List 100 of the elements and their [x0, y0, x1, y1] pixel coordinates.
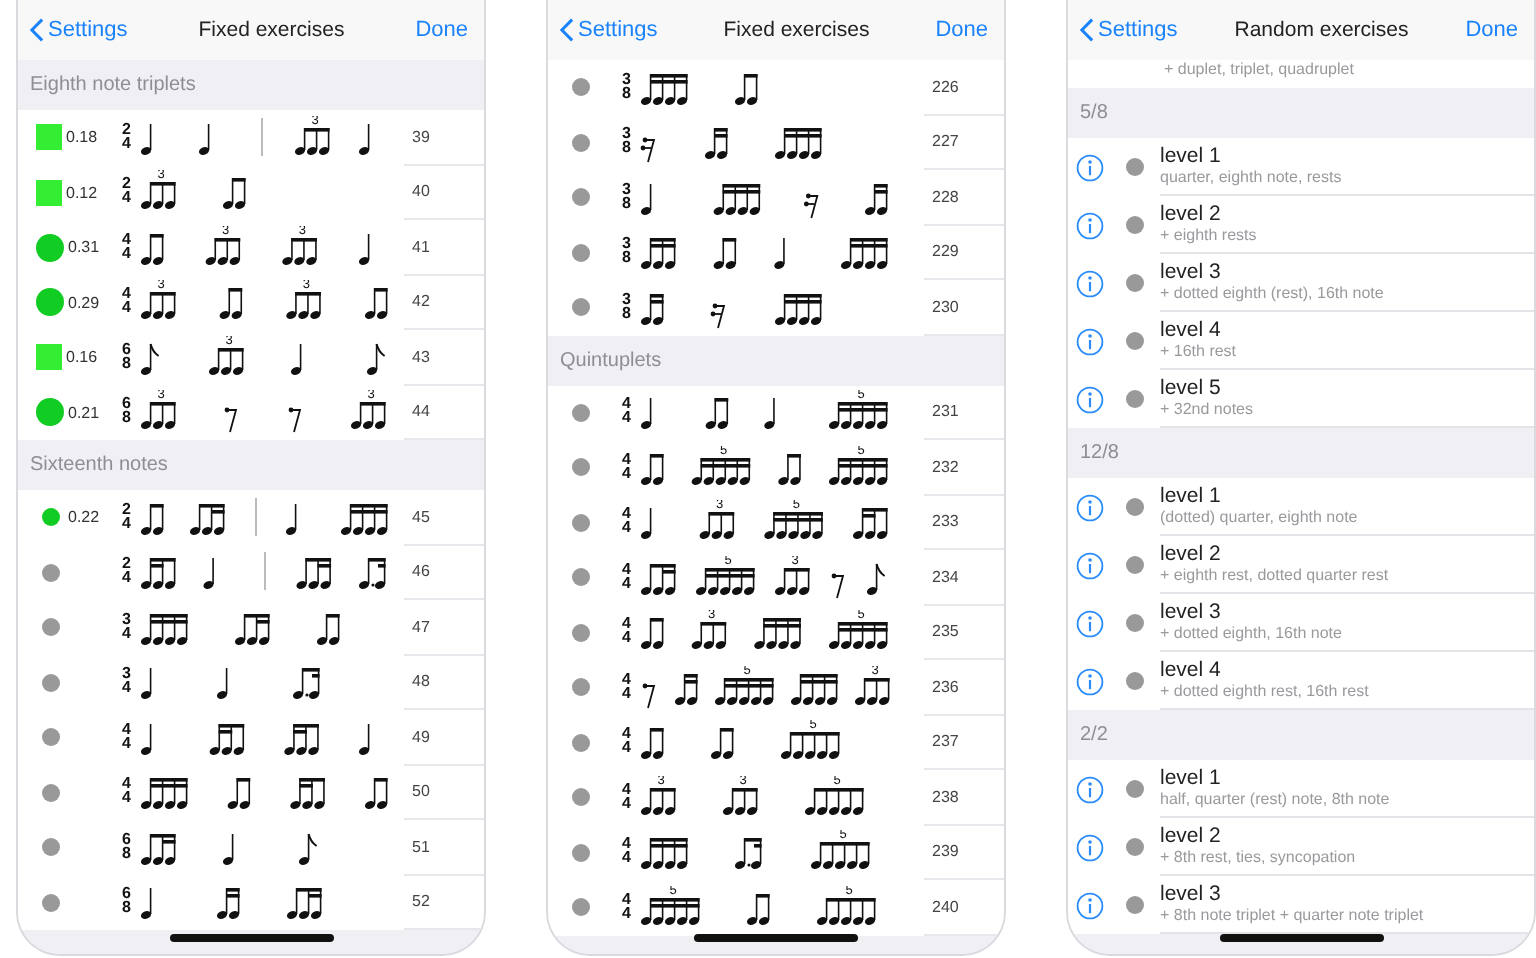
info-icon[interactable]: [1076, 493, 1104, 521]
exercise-row[interactable]: 3 8 228: [548, 170, 1004, 225]
rest-symbol: [803, 193, 819, 219]
level-description: + 16th rest: [1160, 342, 1239, 362]
time-signature: 6 8: [122, 398, 133, 427]
time-signature: 4 4: [122, 778, 133, 807]
time-signature: 3 8: [622, 183, 633, 212]
time-signature: 6 8: [122, 343, 133, 372]
exercise-row[interactable]: 3 8 227: [548, 115, 1004, 170]
exercise-row[interactable]: 4 4 50: [18, 765, 484, 820]
level-title: level 4: [1160, 318, 1223, 342]
rest-symbol: [288, 408, 302, 434]
time-signature: 2 4: [122, 123, 133, 152]
info-icon[interactable]: [1076, 833, 1104, 861]
rest-symbol: [642, 683, 656, 709]
time-signature: 3 8: [622, 238, 633, 267]
level-title: level 5: [1160, 376, 1223, 400]
exercise-row[interactable]: 3 8 226: [548, 60, 1004, 115]
time-signature: 4 4: [622, 673, 633, 702]
exercise-row[interactable]: 3 4 48: [18, 655, 484, 710]
time-signature: 6 8: [122, 888, 133, 917]
time-signature: 4 4: [622, 453, 633, 482]
rest-symbol: [710, 303, 726, 329]
back-button[interactable]: Settings: [30, 18, 128, 42]
info-icon[interactable]: [1076, 327, 1104, 355]
exercise-row[interactable]: 4 4 49: [18, 710, 484, 765]
level-title: level 4: [1160, 658, 1223, 682]
level-row[interactable]: level 4 + dotted eighth rest, 16th rest: [1068, 652, 1534, 710]
info-icon[interactable]: [1076, 775, 1104, 803]
level-description: + duplet, triplet, quadruplet: [1164, 60, 1354, 80]
exercise-number: 240: [924, 880, 1004, 935]
chevron-left-icon: [1080, 18, 1094, 42]
score-label: 0.29: [68, 293, 100, 312]
score-label: 0.16: [66, 348, 98, 367]
level-row[interactable]: level 3 + 8th note triplet + quarter note triplet: [1068, 876, 1534, 934]
info-icon[interactable]: [1076, 269, 1104, 297]
rest-symbol: [224, 408, 238, 434]
exercise-row[interactable]: 3 4 47: [18, 600, 484, 655]
rest-symbol: [640, 138, 656, 164]
exercise-row[interactable]: 3 8 229: [548, 225, 1004, 280]
done-button[interactable]: Done: [935, 18, 988, 42]
score-label: 0.12: [66, 183, 98, 202]
level-row[interactable]: level 1 quarter, eighth note, rests: [1068, 138, 1534, 196]
level-title: level 2: [1160, 824, 1223, 848]
level-description: + eighth rest, dotted quarter rest: [1160, 566, 1391, 586]
level-row[interactable]: level 3 + dotted eighth, 16th note: [1068, 594, 1534, 652]
info-icon[interactable]: [1076, 153, 1104, 181]
level-row[interactable]: level 2 + 8th rest, ties, syncopation: [1068, 818, 1534, 876]
level-description: half, quarter (rest) note, 8th note: [1160, 790, 1392, 810]
level-row[interactable]: level 2 + eighth rests: [1068, 196, 1534, 254]
time-signature: 4 4: [622, 893, 633, 922]
info-icon[interactable]: [1076, 211, 1104, 239]
time-signature: 4 4: [622, 563, 633, 592]
level-row[interactable]: level 1 half, quarter (rest) note, 8th note: [1068, 760, 1534, 818]
info-icon[interactable]: [1076, 551, 1104, 579]
level-row[interactable]: level 1 (dotted) quarter, eighth note: [1068, 478, 1534, 536]
bar-line: [261, 116, 263, 157]
level-row[interactable]: level 3 + dotted eighth (rest), 16th note: [1068, 254, 1534, 312]
screen-title: Random exercises: [1234, 18, 1409, 42]
bar-line: [264, 551, 266, 592]
level-description: + dotted eighth rest, 16th rest: [1160, 682, 1371, 702]
time-signature: 3 4: [122, 613, 133, 642]
done-button[interactable]: Done: [1465, 18, 1518, 42]
exercise-row[interactable]: 3 8 230: [548, 280, 1004, 335]
level-row[interactable]: level 5 + 32nd notes: [1068, 370, 1534, 428]
info-icon[interactable]: [1076, 385, 1104, 413]
level-title: level 3: [1160, 882, 1223, 906]
level-row[interactable]: level 2 + eighth rest, dotted quarter rest: [1068, 536, 1534, 594]
exercise-row[interactable]: 6 8 51: [18, 820, 484, 875]
info-icon[interactable]: [1076, 891, 1104, 919]
level-description: + eighth rests: [1160, 226, 1259, 246]
back-button[interactable]: Settings: [560, 18, 658, 42]
exercise-row[interactable]: 6 8 52: [18, 875, 484, 930]
level-description: + dotted eighth (rest), 16th note: [1160, 284, 1386, 304]
level-description: (dotted) quarter, eighth note: [1160, 508, 1360, 528]
rest-symbol: [831, 573, 845, 599]
time-signature: 4 4: [622, 838, 633, 867]
done-button[interactable]: Done: [415, 18, 468, 42]
info-icon[interactable]: [1076, 609, 1104, 637]
level-description: + 8th rest, ties, syncopation: [1160, 848, 1358, 868]
exercise-row[interactable]: 2 4 46: [18, 545, 484, 600]
time-signature: 3 4: [122, 668, 133, 697]
exercise-row[interactable]: 0.22 2 4 45: [18, 490, 484, 545]
time-signature: 4 4: [122, 288, 133, 317]
time-signature: 4 4: [622, 398, 633, 427]
time-signature: 4 4: [622, 783, 633, 812]
level-title: level 2: [1160, 202, 1223, 226]
level-description: + 32nd notes: [1160, 400, 1255, 420]
time-signature: 4 4: [122, 723, 133, 752]
level-description: + dotted eighth, 16th note: [1160, 624, 1344, 644]
back-button[interactable]: Settings: [1080, 18, 1178, 42]
level-row[interactable]: level 4 + 16th rest: [1068, 312, 1534, 370]
level-title: level 2: [1160, 542, 1223, 566]
score-label: 0.31: [68, 238, 100, 257]
info-icon[interactable]: [1076, 667, 1104, 695]
time-signature: 2 4: [122, 178, 133, 207]
screen-title: Fixed exercises: [198, 18, 345, 42]
time-signature: 3 8: [622, 128, 633, 157]
score-label: 0.21: [68, 403, 100, 422]
level-title: level 1: [1160, 144, 1223, 168]
